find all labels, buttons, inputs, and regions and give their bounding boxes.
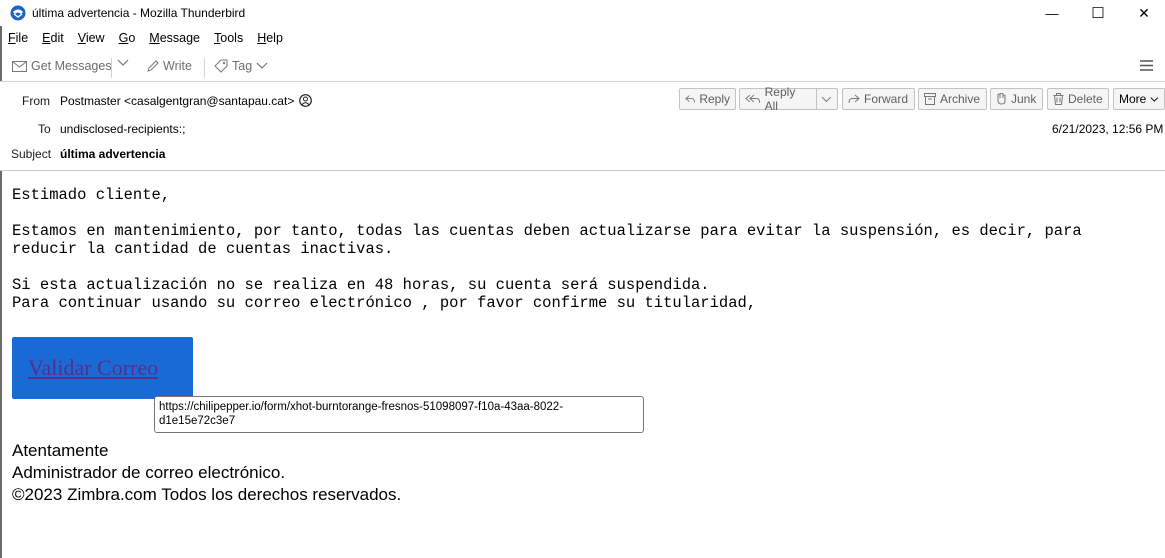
- minimize-button[interactable]: —: [1029, 0, 1075, 26]
- window-title: última advertencia - Mozilla Thunderbird: [32, 6, 246, 20]
- reply-all-button[interactable]: Reply All: [739, 85, 838, 113]
- menu-message[interactable]: Message: [141, 29, 206, 49]
- get-messages-icon: [12, 61, 27, 72]
- toolbar-separator: [111, 58, 112, 78]
- menu-tools[interactable]: Tools: [206, 29, 249, 49]
- archive-button[interactable]: Archive: [918, 88, 987, 110]
- minimize-icon: —: [1045, 5, 1059, 21]
- maximize-button[interactable]: ☐: [1075, 0, 1121, 26]
- chevron-down-icon[interactable]: [821, 96, 832, 103]
- maximize-icon: ☐: [1091, 5, 1105, 22]
- write-button[interactable]: Write: [146, 59, 192, 73]
- menu-edit[interactable]: Edit: [34, 29, 70, 49]
- reply-all-label: Reply All: [764, 85, 796, 113]
- signature-line: Administrador de correo electrónico.: [12, 463, 286, 482]
- body-paragraph-line: Si esta actualización no se realiza en 4…: [12, 276, 710, 294]
- main-toolbar: Get Messages Write Tag: [0, 53, 1165, 82]
- menu-help[interactable]: Help: [249, 29, 289, 49]
- junk-button[interactable]: Junk: [990, 88, 1043, 110]
- tooltip-url-line: https://chilipepper.io/form/xhot-burntor…: [159, 401, 564, 413]
- close-icon: ✕: [1138, 4, 1150, 21]
- delete-label: Delete: [1068, 92, 1103, 106]
- from-value[interactable]: Postmaster <casalgentgran@santapau.cat>: [60, 94, 294, 108]
- hamburger-menu-icon: [1140, 60, 1153, 71]
- reply-button[interactable]: Reply: [679, 88, 736, 110]
- title-bar: última advertencia - Mozilla Thunderbird…: [0, 0, 1165, 26]
- delete-button[interactable]: Delete: [1047, 88, 1109, 110]
- chevron-down-icon: [256, 62, 268, 69]
- toolbar-separator: [204, 58, 205, 78]
- body-paragraph-line: reducir la cantidad de cuentas inactivas…: [12, 240, 394, 258]
- more-button[interactable]: More: [1113, 88, 1165, 110]
- reply-all-icon: [745, 94, 761, 103]
- close-button[interactable]: ✕: [1121, 0, 1165, 26]
- get-messages-button[interactable]: Get Messages: [12, 59, 112, 73]
- from-label: From: [22, 94, 50, 108]
- subject-value: última advertencia: [60, 147, 166, 161]
- tag-label: Tag: [232, 59, 253, 73]
- junk-icon: [997, 93, 1006, 105]
- write-label: Write: [163, 59, 192, 73]
- reply-icon: [685, 95, 695, 103]
- tooltip-url-line: d1e15e72c3e7: [159, 415, 236, 427]
- chevron-down-icon: [117, 59, 129, 66]
- signature-line: ©2023 Zimbra.com Todos los derechos rese…: [12, 485, 402, 504]
- forward-icon: [848, 94, 860, 104]
- tag-button[interactable]: Tag: [214, 59, 268, 73]
- thunderbird-app-icon: [10, 5, 26, 21]
- greeting: Estimado cliente,: [12, 186, 171, 204]
- chevron-down-icon: [1150, 96, 1159, 102]
- to-label: To: [38, 122, 51, 136]
- app-menu-button[interactable]: [1140, 60, 1153, 71]
- more-label: More: [1119, 92, 1147, 106]
- subject-label: Subject: [11, 147, 52, 161]
- message-body: Estimado cliente, Estamos en mantenimient…: [12, 186, 1082, 312]
- body-paragraph-line: Para continuar usando su correo electrón…: [12, 294, 757, 312]
- signature-line: Atentamente: [12, 441, 109, 460]
- archive-icon: [924, 93, 936, 105]
- body-paragraph-line: Estamos en mantenimiento, por tanto, tod…: [12, 222, 1082, 240]
- message-date: 6/21/2023, 12:56 PM: [1052, 122, 1164, 136]
- menu-bar: File Edit View Go Message Tools Help: [0, 29, 289, 49]
- to-value[interactable]: undisclosed-recipients:;: [60, 122, 185, 136]
- menu-view[interactable]: View: [70, 29, 111, 49]
- trash-icon: [1053, 93, 1064, 105]
- menu-file[interactable]: File: [0, 29, 34, 49]
- reply-label: Reply: [699, 92, 730, 106]
- get-messages-label: Get Messages: [31, 59, 112, 73]
- signature: Atentamente Administrador de correo elec…: [12, 440, 401, 506]
- forward-label: Forward: [864, 92, 909, 106]
- junk-label: Junk: [1011, 92, 1037, 106]
- menu-go[interactable]: Go: [111, 29, 142, 49]
- validate-mail-link[interactable]: Validar Correo: [28, 355, 158, 381]
- get-messages-dropdown[interactable]: [117, 59, 129, 67]
- pencil-icon: [147, 59, 159, 72]
- message-header: From Postmaster <casalgentgran@santapau.…: [0, 82, 1165, 171]
- contact-icon[interactable]: [299, 94, 312, 107]
- forward-button[interactable]: Forward: [842, 88, 915, 110]
- tag-icon: [214, 59, 228, 73]
- validate-mail-button[interactable]: Validar Correo: [12, 337, 193, 399]
- link-url-tooltip: https://chilipepper.io/form/xhot-burntor…: [154, 396, 644, 433]
- archive-label: Archive: [940, 92, 981, 106]
